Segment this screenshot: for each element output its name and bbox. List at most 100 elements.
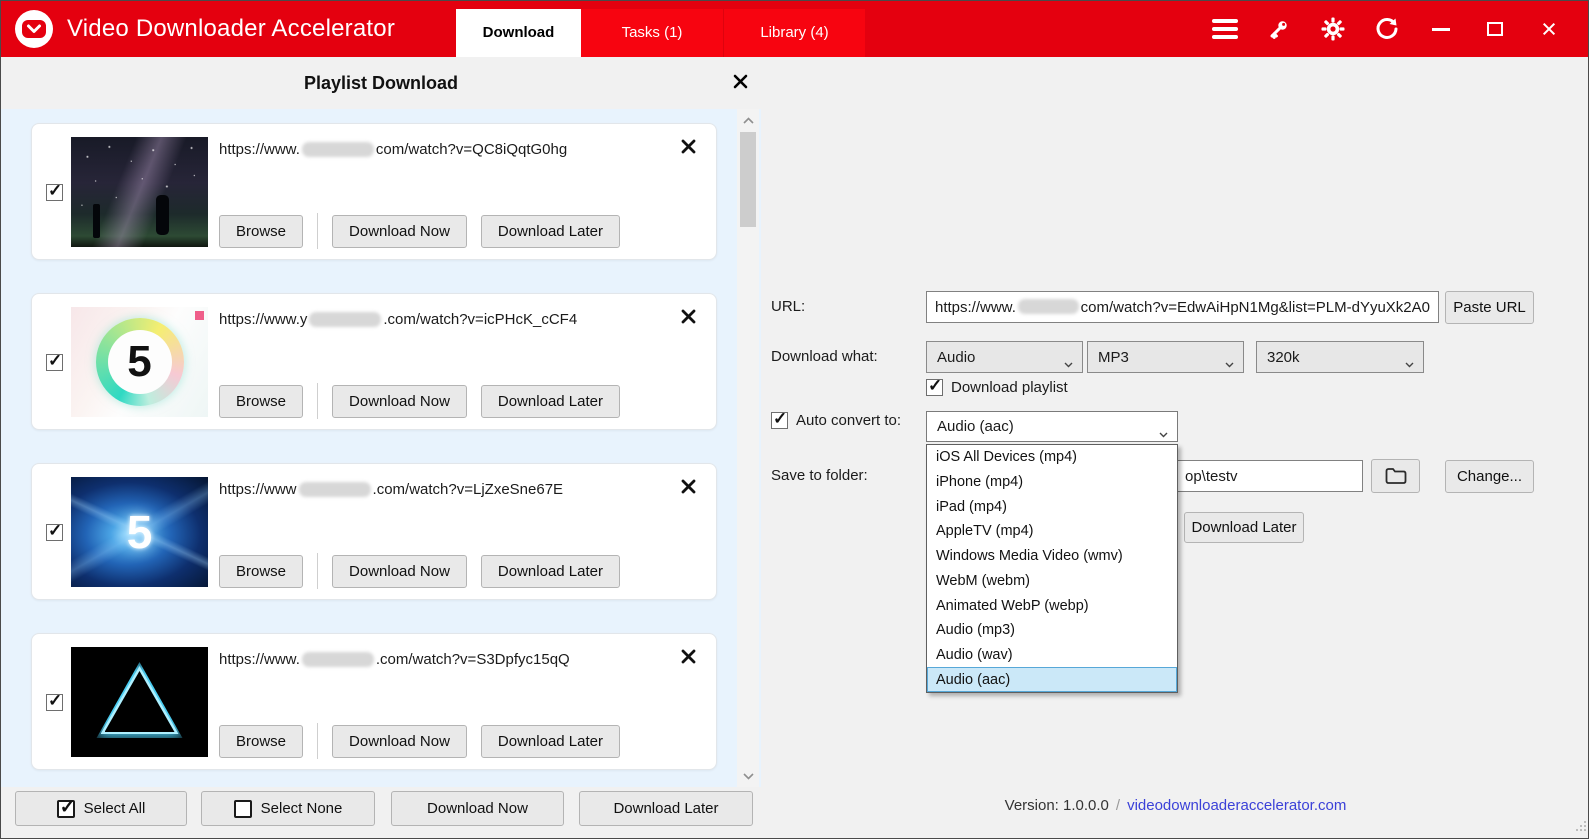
titlebar-icons: ×: [1212, 1, 1562, 57]
maximize-icon[interactable]: [1482, 16, 1508, 42]
chevron-down-icon: [1225, 355, 1234, 372]
paste-url-button[interactable]: Paste URL: [1445, 291, 1534, 324]
refresh-icon[interactable]: [1374, 16, 1400, 42]
select-none-button[interactable]: Select None: [201, 791, 375, 826]
download-what-label: Download what:: [771, 341, 878, 373]
item-2-url: https://www.y.com/watch?v=icPHcK_cCF4: [219, 311, 577, 329]
media-type-select[interactable]: Audio: [926, 341, 1083, 373]
app-window: Video Downloader Accelerator Download Ta…: [0, 0, 1589, 839]
option-iphone[interactable]: iPhone (mp4): [927, 470, 1177, 495]
item-2-checkbox[interactable]: [46, 354, 63, 371]
playlist-item-2: 5 https://www.y.com/watch?v=icPHcK_cCF4 …: [31, 293, 717, 430]
item-4-download-later-button[interactable]: Download Later: [481, 725, 620, 758]
footer-download-now-button[interactable]: Download Now: [391, 791, 564, 826]
item-4-download-now-button[interactable]: Download Now: [332, 725, 467, 758]
item-1-download-later-button[interactable]: Download Later: [481, 215, 620, 248]
option-audio-wav[interactable]: Audio (wav): [927, 643, 1177, 668]
item-3-remove-icon[interactable]: [680, 478, 700, 498]
item-1-remove-icon[interactable]: [680, 138, 700, 158]
select-all-label: Select All: [84, 800, 146, 817]
item-1-browse-button[interactable]: Browse: [219, 215, 303, 248]
item-2-browse-button[interactable]: Browse: [219, 385, 303, 418]
chevron-down-icon: [1064, 355, 1073, 372]
tab-library[interactable]: Library (4): [723, 9, 865, 57]
item-3-checkbox[interactable]: [46, 524, 63, 541]
option-audio-aac-selected[interactable]: Audio (aac): [927, 667, 1177, 692]
url-input[interactable]: https://www.com/watch?v=EdwAiHpN1Mg&list…: [926, 291, 1439, 323]
scroll-down-icon[interactable]: [740, 768, 756, 784]
auto-convert-dropdown-list: iOS All Devices (mp4) iPhone (mp4) iPad …: [926, 444, 1178, 693]
item-4-thumbnail: [71, 647, 208, 757]
playlist-footer: Select All Select None Download Now Down…: [1, 787, 761, 839]
item-3-buttons: Browse Download Now Download Later: [219, 553, 620, 589]
playlist-panel-title: Playlist Download: [1, 57, 761, 109]
download-playlist-checkbox[interactable]: [926, 379, 943, 396]
item-4-browse-button[interactable]: Browse: [219, 725, 303, 758]
auto-convert-combobox[interactable]: Audio (aac): [926, 411, 1178, 442]
auto-convert-label: Auto convert to:: [796, 412, 901, 429]
media-type-value: Audio: [937, 349, 975, 366]
url-label: URL:: [771, 291, 805, 323]
select-all-button[interactable]: Select All: [15, 791, 187, 826]
playlist-panel-close-icon[interactable]: [729, 70, 751, 92]
footer-download-later-button[interactable]: Download Later: [579, 791, 753, 826]
auto-convert-checkbox[interactable]: [771, 412, 788, 429]
minimize-icon[interactable]: [1428, 16, 1454, 42]
chevron-down-icon: [1159, 425, 1168, 442]
option-webm[interactable]: WebM (webm): [927, 569, 1177, 594]
bitrate-value: 320k: [1267, 349, 1300, 366]
item-4-checkbox[interactable]: [46, 694, 63, 711]
item-3-download-later-button[interactable]: Download Later: [481, 555, 620, 588]
browse-folder-button[interactable]: [1371, 459, 1420, 493]
scrollbar-thumb[interactable]: [740, 132, 756, 227]
bitrate-select[interactable]: 320k: [1256, 341, 1424, 373]
download-playlist-checkbox-row[interactable]: Download playlist: [926, 379, 1068, 396]
item-4-url: https://www..com/watch?v=S3Dpfyc15qQ: [219, 651, 570, 669]
download-form-panel: URL: https://www.com/watch?v=EdwAiHpN1Mg…: [761, 57, 1589, 839]
divider: [317, 553, 318, 589]
item-2-remove-icon[interactable]: [680, 308, 700, 328]
blurred-domain: [299, 482, 371, 497]
tab-download[interactable]: Download: [456, 9, 581, 57]
item-2-buttons: Browse Download Now Download Later: [219, 383, 620, 419]
item-1-download-now-button[interactable]: Download Now: [332, 215, 467, 248]
menu-icon[interactable]: [1212, 16, 1238, 42]
website-link[interactable]: videodownloaderaccelerator.com: [1127, 797, 1346, 814]
tab-tasks[interactable]: Tasks (1): [581, 9, 723, 57]
version-text: Version: 1.0.0.0: [1005, 797, 1109, 814]
item-2-download-now-button[interactable]: Download Now: [332, 385, 467, 418]
option-audio-mp3[interactable]: Audio (mp3): [927, 618, 1177, 643]
option-appletv[interactable]: AppleTV (mp4): [927, 519, 1177, 544]
unchecked-box-icon: [234, 800, 252, 818]
menu-bars-icon: [1212, 19, 1238, 39]
settings-gear-icon[interactable]: [1320, 16, 1346, 42]
option-webp[interactable]: Animated WebP (webp): [927, 593, 1177, 618]
resize-grip[interactable]: [1574, 819, 1587, 837]
item-2-thumbnail: 5: [71, 307, 208, 417]
playlist-scrollbar[interactable]: [737, 109, 759, 787]
option-ipad[interactable]: iPad (mp4): [927, 494, 1177, 519]
countdown-ring: 5: [96, 318, 184, 406]
key-icon[interactable]: [1266, 16, 1292, 42]
playlist-item-4: https://www..com/watch?v=S3Dpfyc15qQ Bro…: [31, 633, 717, 770]
playlist-panel-header: Playlist Download: [1, 57, 761, 109]
format-select[interactable]: MP3: [1087, 341, 1244, 373]
item-4-remove-icon[interactable]: [680, 648, 700, 668]
option-wmv[interactable]: Windows Media Video (wmv): [927, 544, 1177, 569]
chevron-down-icon: [1405, 355, 1414, 372]
item-3-url: https://www.com/watch?v=LjZxeSne67E: [219, 481, 563, 499]
item-3-browse-button[interactable]: Browse: [219, 555, 303, 588]
item-1-thumbnail: [71, 137, 208, 247]
auto-convert-value: Audio (aac): [937, 418, 1014, 435]
item-3-download-now-button[interactable]: Download Now: [332, 555, 467, 588]
select-none-label: Select None: [261, 800, 343, 817]
close-icon[interactable]: ×: [1536, 16, 1562, 42]
titlebar: Video Downloader Accelerator Download Ta…: [1, 1, 1588, 57]
change-folder-button[interactable]: Change...: [1445, 460, 1534, 493]
option-ios-all-devices[interactable]: iOS All Devices (mp4): [927, 445, 1177, 470]
form-download-later-button[interactable]: Download Later: [1184, 512, 1304, 543]
auto-convert-checkbox-row[interactable]: Auto convert to:: [771, 412, 901, 429]
scroll-up-icon[interactable]: [740, 112, 756, 128]
item-2-download-later-button[interactable]: Download Later: [481, 385, 620, 418]
item-1-checkbox[interactable]: [46, 184, 63, 201]
